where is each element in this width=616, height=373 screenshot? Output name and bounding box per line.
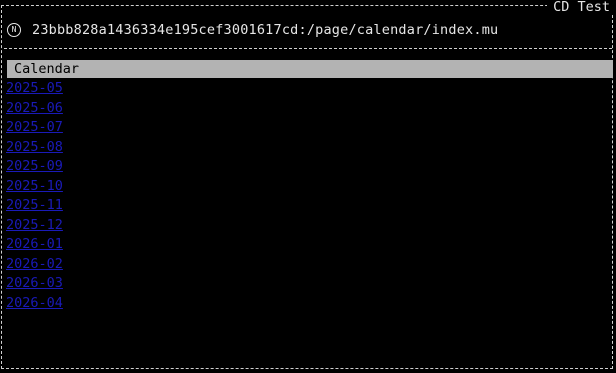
address-bar[interactable]: N 23bbb828a1436334e195cef3001617cd:/page… <box>7 20 498 40</box>
month-link-2025-11[interactable]: 2025-11 <box>6 197 63 213</box>
month-link-2025-08[interactable]: 2025-08 <box>6 139 63 155</box>
header-divider <box>4 48 612 49</box>
list-item: 2026-01 <box>6 235 63 255</box>
month-link-2025-07[interactable]: 2025-07 <box>6 119 63 135</box>
list-item: 2025-12 <box>6 216 63 236</box>
list-item: 2026-02 <box>6 255 63 275</box>
month-link-2025-09[interactable]: 2025-09 <box>6 158 63 174</box>
list-item: 2025-05 <box>6 79 63 99</box>
list-item: 2025-11 <box>6 196 63 216</box>
month-link-2025-06[interactable]: 2025-06 <box>6 100 63 116</box>
circled-n-icon: N <box>7 23 21 37</box>
month-link-2026-01[interactable]: 2026-01 <box>6 236 63 252</box>
list-item: 2025-07 <box>6 118 63 138</box>
list-item: 2025-09 <box>6 157 63 177</box>
list-item: 2025-10 <box>6 177 63 197</box>
month-link-2026-02[interactable]: 2026-02 <box>6 256 63 272</box>
list-item: 2026-04 <box>6 294 63 314</box>
page-title: Calendar <box>7 60 613 78</box>
window-title: CD Test <box>547 0 614 14</box>
month-link-2025-05[interactable]: 2025-05 <box>6 80 63 96</box>
address-url[interactable]: 23bbb828a1436334e195cef3001617cd:/page/c… <box>32 22 498 38</box>
month-link-list: 2025-05 2025-06 2025-07 2025-08 2025-09 2025-… <box>6 79 63 313</box>
month-link-2026-03[interactable]: 2026-03 <box>6 275 63 291</box>
list-item: 2025-06 <box>6 99 63 119</box>
list-item: 2026-03 <box>6 274 63 294</box>
month-link-2025-12[interactable]: 2025-12 <box>6 217 63 233</box>
month-link-2026-04[interactable]: 2026-04 <box>6 295 63 311</box>
month-link-2025-10[interactable]: 2025-10 <box>6 178 63 194</box>
list-item: 2025-08 <box>6 138 63 158</box>
